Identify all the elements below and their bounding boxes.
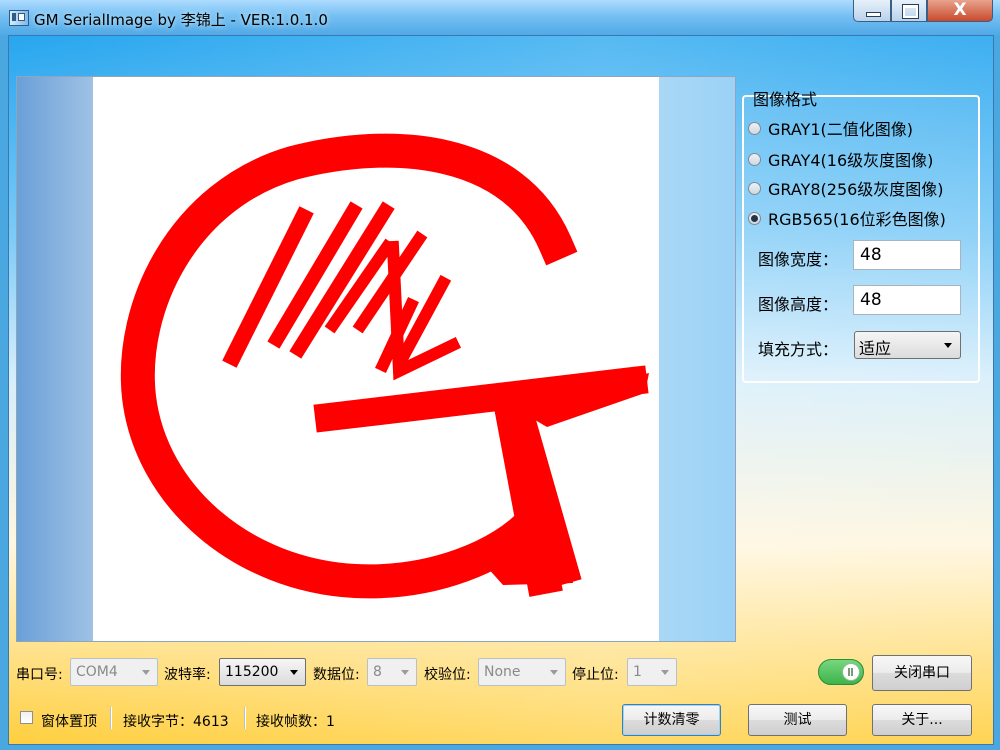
image-width-input[interactable] xyxy=(853,240,961,270)
baud-label: 波特率: xyxy=(164,667,211,683)
baud-value: 115200 xyxy=(225,664,279,680)
data-bits-select[interactable]: 8 xyxy=(367,658,417,686)
bytes-received: 接收字节：4613 xyxy=(123,714,229,730)
image-canvas xyxy=(93,77,659,641)
radio-gray4[interactable]: GRAY4(16级灰度图像) xyxy=(748,147,933,171)
data-bits-label: 数据位: xyxy=(313,667,360,683)
parity-label: 校验位: xyxy=(424,667,471,683)
status-divider xyxy=(244,707,246,729)
chevron-down-icon xyxy=(661,670,669,675)
frames-received: 接收帧数：1 xyxy=(256,714,335,730)
status-divider xyxy=(110,707,112,729)
chevron-down-icon xyxy=(550,670,558,675)
port-connection-toggle[interactable] xyxy=(818,659,864,685)
app-icon xyxy=(9,10,29,26)
topmost-checkbox[interactable] xyxy=(20,711,33,724)
fill-mode-select[interactable]: 适应 xyxy=(854,331,961,359)
image-height-input[interactable] xyxy=(853,285,961,315)
minimize-button[interactable] xyxy=(853,0,891,22)
radio-gray1-label: GRAY1(二值化图像) xyxy=(768,120,914,139)
stop-bits-value: 1 xyxy=(633,664,642,680)
radio-gray4-icon xyxy=(748,152,761,166)
chevron-down-icon xyxy=(944,343,952,348)
radio-gray1-icon xyxy=(748,121,761,135)
parity-value: None xyxy=(484,664,521,680)
radio-gray8[interactable]: GRAY8(256级灰度图像) xyxy=(748,176,944,200)
chevron-down-icon xyxy=(142,670,150,675)
parity-select[interactable]: None xyxy=(478,658,566,686)
chevron-down-icon xyxy=(290,670,298,675)
logo-stroke-1 xyxy=(222,206,314,368)
test-button[interactable]: 测试 xyxy=(748,704,847,736)
chevron-down-icon xyxy=(401,670,409,675)
window-title: GM SerialImage by 李锦上 - VER:1.0.1.0 xyxy=(34,11,328,29)
radio-gray1[interactable]: GRAY1(二值化图像) xyxy=(748,116,913,140)
app-window: GM SerialImage by 李锦上 - VER:1.0.1.0 X 图像… xyxy=(0,0,1000,750)
stop-bits-label: 停止位: xyxy=(572,667,619,683)
client-area xyxy=(8,35,994,745)
radio-gray4-label: GRAY4(16级灰度图像) xyxy=(768,151,934,170)
fill-mode-label: 填充方式： xyxy=(758,340,839,359)
toggle-knob xyxy=(842,663,860,681)
port-select[interactable]: COM4 xyxy=(70,658,158,686)
port-label: 串口号: xyxy=(16,667,63,683)
image-preview xyxy=(16,76,736,642)
preview-image xyxy=(120,133,649,599)
radio-gray8-label: GRAY8(256级灰度图像) xyxy=(768,180,944,199)
stop-bits-select[interactable]: 1 xyxy=(627,658,677,686)
fill-mode-value: 适应 xyxy=(859,339,892,358)
radio-rgb565-label: RGB565(16位彩色图像) xyxy=(768,210,946,229)
close-icon: X xyxy=(953,0,967,20)
image-format-title: 图像格式 xyxy=(753,90,818,109)
radio-rgb565-icon xyxy=(748,211,761,225)
image-height-label: 图像高度： xyxy=(758,295,839,314)
port-value: COM4 xyxy=(76,664,118,680)
topmost-label: 窗体置顶 xyxy=(41,714,97,730)
maximize-button[interactable] xyxy=(891,0,927,22)
radio-rgb565[interactable]: RGB565(16位彩色图像) xyxy=(748,206,946,230)
title-bar[interactable]: GM SerialImage by 李锦上 - VER:1.0.1.0 X xyxy=(0,0,1000,36)
baud-select[interactable]: 115200 xyxy=(219,658,306,686)
data-bits-value: 8 xyxy=(373,664,382,680)
about-button[interactable]: 关于... xyxy=(872,704,972,736)
radio-gray8-icon xyxy=(748,181,761,195)
close-button[interactable]: X xyxy=(927,0,993,22)
clear-count-button[interactable]: 计数清零 xyxy=(622,704,721,736)
image-width-label: 图像宽度： xyxy=(758,250,839,269)
close-port-button[interactable]: 关闭串口 xyxy=(872,655,972,691)
